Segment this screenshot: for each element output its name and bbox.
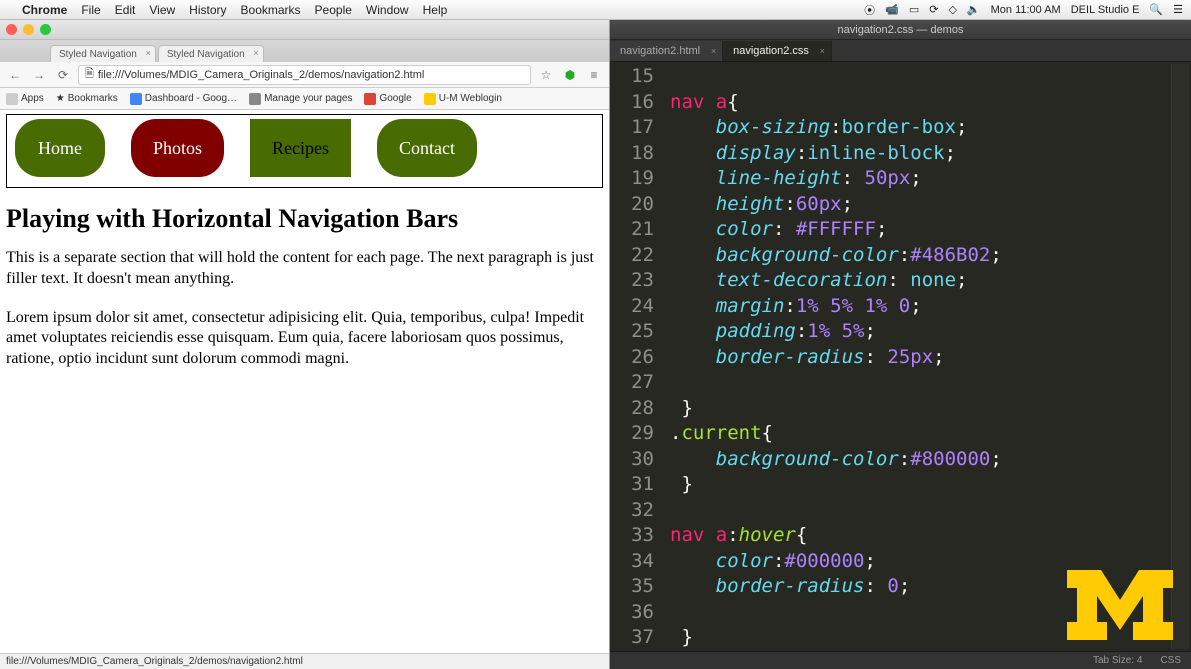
camera-icon[interactable]: 📹 xyxy=(885,3,899,16)
bookmark-label: Google xyxy=(379,93,411,104)
tab-title: Styled Navigation xyxy=(167,49,245,60)
file-icon: 🗎 xyxy=(85,65,94,84)
nav-link-recipes[interactable]: Recipes xyxy=(250,119,351,177)
close-icon[interactable]: × xyxy=(253,48,258,58)
chrome-toolbar: ← → ⟳ 🗎 file:///Volumes/MDIG_Camera_Orig… xyxy=(0,62,609,88)
bookmark-item[interactable]: U-M Weblogin xyxy=(424,93,502,105)
menu-icon[interactable]: ☰ xyxy=(1173,3,1183,16)
page-viewport[interactable]: Home Photos Recipes Contact Playing with… xyxy=(0,110,609,653)
editor-title: navigation2.css — demos xyxy=(838,24,964,36)
code-editor-window: navigation2.css — demos navigation2.html… xyxy=(610,20,1191,669)
bookmark-label: Bookmarks xyxy=(68,93,118,104)
volume-icon[interactable]: 🔈 xyxy=(967,3,981,16)
menu-people[interactable]: People xyxy=(315,3,352,17)
menu-history[interactable]: History xyxy=(189,3,226,17)
editor-tab[interactable]: navigation2.css × xyxy=(723,41,832,61)
page-paragraph: Lorem ipsum dolor sit amet, consectetur … xyxy=(6,308,603,370)
minimize-window-icon[interactable] xyxy=(23,24,34,35)
minimap[interactable] xyxy=(1171,64,1189,649)
bookmark-label: Apps xyxy=(21,93,44,104)
menu-help[interactable]: Help xyxy=(423,3,448,17)
menubar-app-name[interactable]: Chrome xyxy=(22,3,67,17)
tab-title: Styled Navigation xyxy=(59,49,137,60)
menubar-account[interactable]: DEIL Studio E xyxy=(1071,4,1140,16)
editor-tab[interactable]: navigation2.html × xyxy=(610,41,723,61)
mac-menubar: Chrome File Edit View History Bookmarks … xyxy=(0,0,1191,20)
star-button[interactable]: ☆ xyxy=(537,66,555,84)
nav-link-photos[interactable]: Photos xyxy=(131,119,224,177)
menubar-clock[interactable]: Mon 11:00 AM xyxy=(991,4,1061,16)
favicon-icon xyxy=(424,93,436,105)
close-icon[interactable]: × xyxy=(146,48,151,58)
bookmark-label: Dashboard - Goog… xyxy=(145,93,237,104)
window-controls xyxy=(6,24,51,35)
syntax-label[interactable]: CSS xyxy=(1160,655,1181,666)
display-icon[interactable]: ▭ xyxy=(909,3,919,16)
menu-window[interactable]: Window xyxy=(366,3,409,17)
editor-status-bar: Tab Size: 4 CSS xyxy=(610,651,1191,669)
nav-link-contact[interactable]: Contact xyxy=(377,119,477,177)
michigan-logo-icon xyxy=(1067,570,1173,643)
browser-tab[interactable]: Styled Navigation × xyxy=(158,45,264,62)
page-nav: Home Photos Recipes Contact xyxy=(6,114,603,188)
bookmark-item[interactable]: Manage your pages xyxy=(249,93,352,105)
bookmark-item[interactable]: Dashboard - Goog… xyxy=(130,93,237,105)
bookmarks-bar: Apps ★Bookmarks Dashboard - Goog… Manage… xyxy=(0,88,609,110)
address-bar[interactable]: 🗎 file:///Volumes/MDIG_Camera_Originals_… xyxy=(78,65,531,85)
zoom-window-icon[interactable] xyxy=(40,24,51,35)
nav-link-home[interactable]: Home xyxy=(15,119,105,177)
browser-tab[interactable]: Styled Navigation × xyxy=(50,45,156,62)
tab-label: navigation2.html xyxy=(620,45,700,57)
menu-bookmarks[interactable]: Bookmarks xyxy=(241,3,301,17)
favicon-icon xyxy=(364,93,376,105)
tab-label: navigation2.css xyxy=(733,45,809,57)
line-gutter: 15 16 17 18 19 20 21 22 23 24 25 26 27 2… xyxy=(610,62,664,651)
hamburger-icon[interactable]: ≡ xyxy=(585,66,603,84)
favicon-icon xyxy=(130,93,142,105)
back-button[interactable]: ← xyxy=(6,66,24,84)
bookmark-apps[interactable]: Apps xyxy=(6,93,44,105)
chrome-tabstrip: Styled Navigation × Styled Navigation × xyxy=(0,40,609,62)
close-icon[interactable]: × xyxy=(711,46,716,56)
close-window-icon[interactable] xyxy=(6,24,17,35)
status-text: file:///Volumes/MDIG_Camera_Originals_2/… xyxy=(6,656,303,667)
wifi-icon[interactable]: ◇ xyxy=(948,3,956,16)
screenrec-icon[interactable]: ⦿ xyxy=(864,2,875,18)
bookmark-label: Manage your pages xyxy=(264,93,352,104)
sync-icon[interactable]: ⟳ xyxy=(929,3,938,16)
extension-icon[interactable]: ⬢ xyxy=(561,66,579,84)
page-paragraph: This is a separate section that will hol… xyxy=(6,248,603,290)
page-heading: Playing with Horizontal Navigation Bars xyxy=(6,204,603,234)
apps-icon xyxy=(6,93,18,105)
bookmark-label: U-M Weblogin xyxy=(439,93,502,104)
editor-tabstrip: navigation2.html × navigation2.css × xyxy=(610,40,1191,62)
star-icon: ★ xyxy=(56,93,65,104)
favicon-icon xyxy=(249,93,261,105)
code-text[interactable]: nav a{ box-sizing:border-box; display:in… xyxy=(664,62,1191,651)
forward-button[interactable]: → xyxy=(30,66,48,84)
tab-size-label[interactable]: Tab Size: 4 xyxy=(1093,655,1142,666)
menu-view[interactable]: View xyxy=(149,3,175,17)
editor-titlebar: navigation2.css — demos xyxy=(610,20,1191,40)
code-area[interactable]: 15 16 17 18 19 20 21 22 23 24 25 26 27 2… xyxy=(610,62,1191,651)
chrome-status-bar: file:///Volumes/MDIG_Camera_Originals_2/… xyxy=(0,653,609,669)
close-icon[interactable]: × xyxy=(820,46,825,56)
bookmark-item[interactable]: Google xyxy=(364,93,411,105)
menu-file[interactable]: File xyxy=(81,3,100,17)
chrome-titlebar xyxy=(0,20,609,40)
chrome-window: Styled Navigation × Styled Navigation × … xyxy=(0,20,610,669)
spotlight-icon[interactable]: 🔍 xyxy=(1149,3,1163,16)
menu-edit[interactable]: Edit xyxy=(115,3,136,17)
bookmark-item[interactable]: ★Bookmarks xyxy=(56,93,118,104)
reload-button[interactable]: ⟳ xyxy=(54,66,72,84)
url-text: file:///Volumes/MDIG_Camera_Originals_2/… xyxy=(98,69,424,81)
